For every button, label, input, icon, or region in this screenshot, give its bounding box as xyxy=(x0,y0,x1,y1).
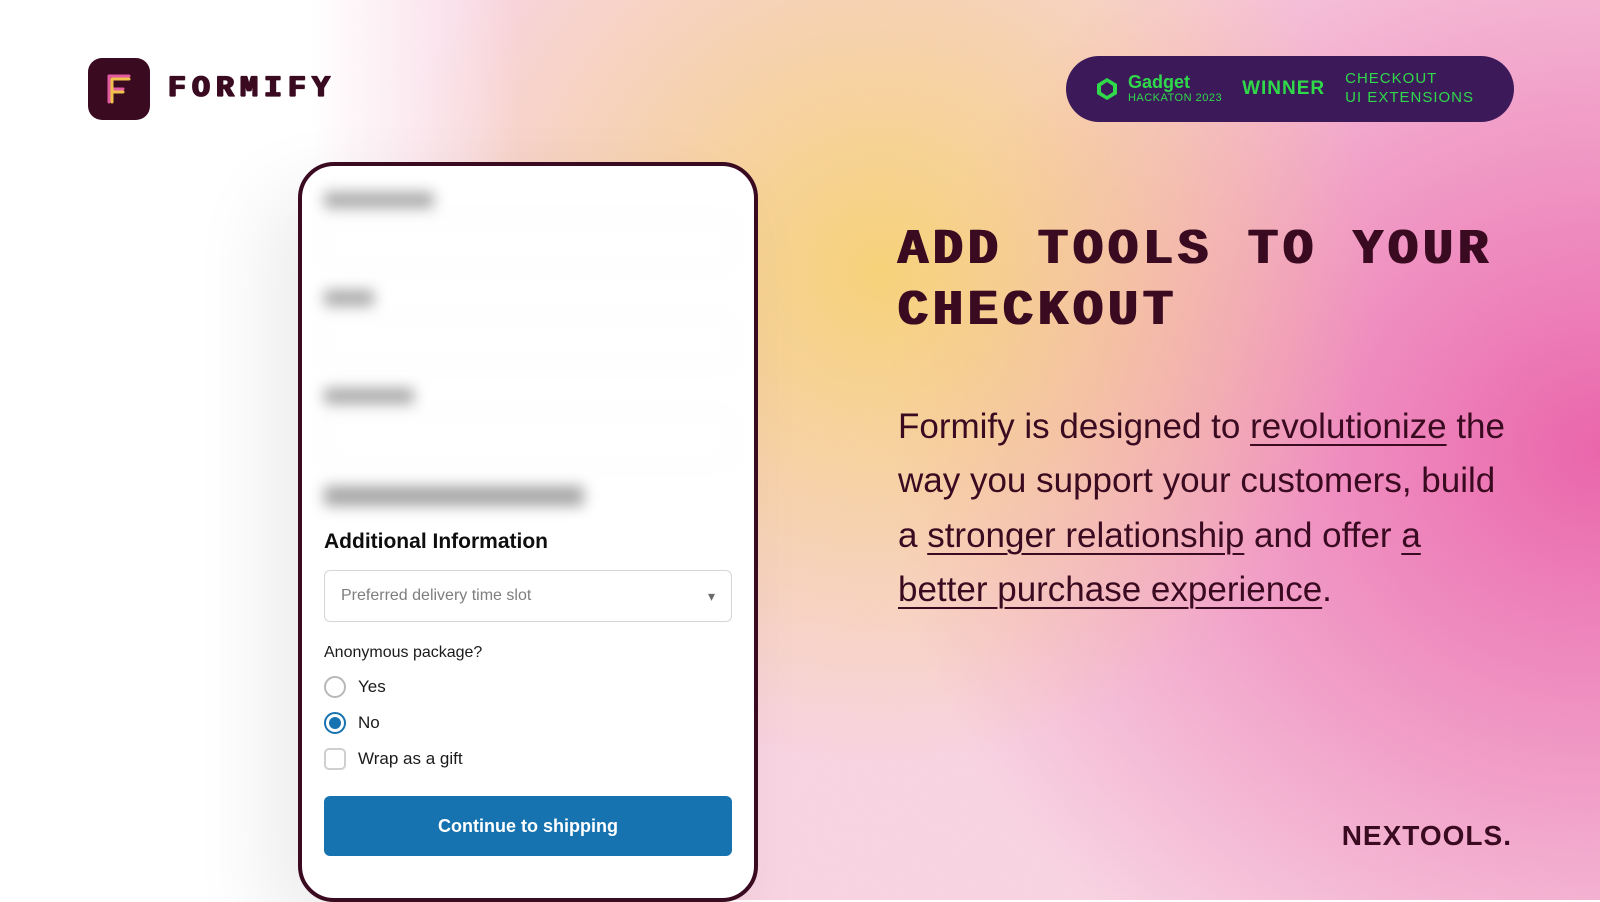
desc-part: and offer xyxy=(1244,516,1401,555)
badge-category-line1: CHECKOUT xyxy=(1345,70,1437,87)
radio-no-label: No xyxy=(358,713,380,733)
formify-f-icon xyxy=(103,70,135,108)
desc-part: Formify is designed to xyxy=(898,407,1250,446)
desc-underline: stronger relationship xyxy=(927,516,1244,555)
badge-category: CHECKOUT UI EXTENSIONS xyxy=(1345,70,1474,108)
desc-underline: revolutionize xyxy=(1250,407,1447,446)
continue-button[interactable]: Continue to shipping xyxy=(324,796,732,856)
continue-button-label: Continue to shipping xyxy=(438,816,618,837)
section-title: Additional Information xyxy=(324,530,732,554)
footer-brand: NEXTOOLS xyxy=(1342,820,1512,852)
badge-gadget: Gadget HACKATON 2023 xyxy=(1094,73,1222,104)
brand-logo: FORMIFY xyxy=(88,58,336,120)
phone-mockup: Additional Information Preferred deliver… xyxy=(298,162,758,902)
delivery-slot-select[interactable]: Preferred delivery time slot ▾ xyxy=(324,570,732,622)
radio-yes[interactable]: Yes xyxy=(324,676,732,698)
checkbox-gift-label: Wrap as a gift xyxy=(358,749,463,769)
radio-no[interactable]: No xyxy=(324,712,732,734)
chevron-down-icon: ▾ xyxy=(708,588,715,605)
radio-yes-label: Yes xyxy=(358,677,386,697)
badge-gadget-name: Gadget xyxy=(1128,73,1222,91)
radio-icon xyxy=(324,712,346,734)
hero-description: Formify is designed to revolutionize the… xyxy=(898,400,1518,617)
brand-logo-mark xyxy=(88,58,150,120)
radio-icon xyxy=(324,676,346,698)
badge-winner: WINNER xyxy=(1242,78,1325,100)
select-placeholder: Preferred delivery time slot xyxy=(341,587,531,605)
brand-wordmark: FORMIFY xyxy=(168,72,336,106)
desc-part: . xyxy=(1322,570,1332,609)
badge-category-line2: UI EXTENSIONS xyxy=(1345,89,1474,106)
checkbox-gift[interactable]: Wrap as a gift xyxy=(324,748,732,770)
hero-headline: ADD TOOLS TO YOUR CHECKOUT xyxy=(898,220,1518,342)
badge-gadget-year: HACKATON 2023 xyxy=(1128,93,1222,104)
blurred-upper-form xyxy=(324,192,732,506)
award-badge: Gadget HACKATON 2023 WINNER CHECKOUT UI … xyxy=(1066,56,1514,122)
gadget-hex-icon xyxy=(1094,76,1120,102)
anonymous-question: Anonymous package? xyxy=(324,644,732,662)
checkbox-icon xyxy=(324,748,346,770)
